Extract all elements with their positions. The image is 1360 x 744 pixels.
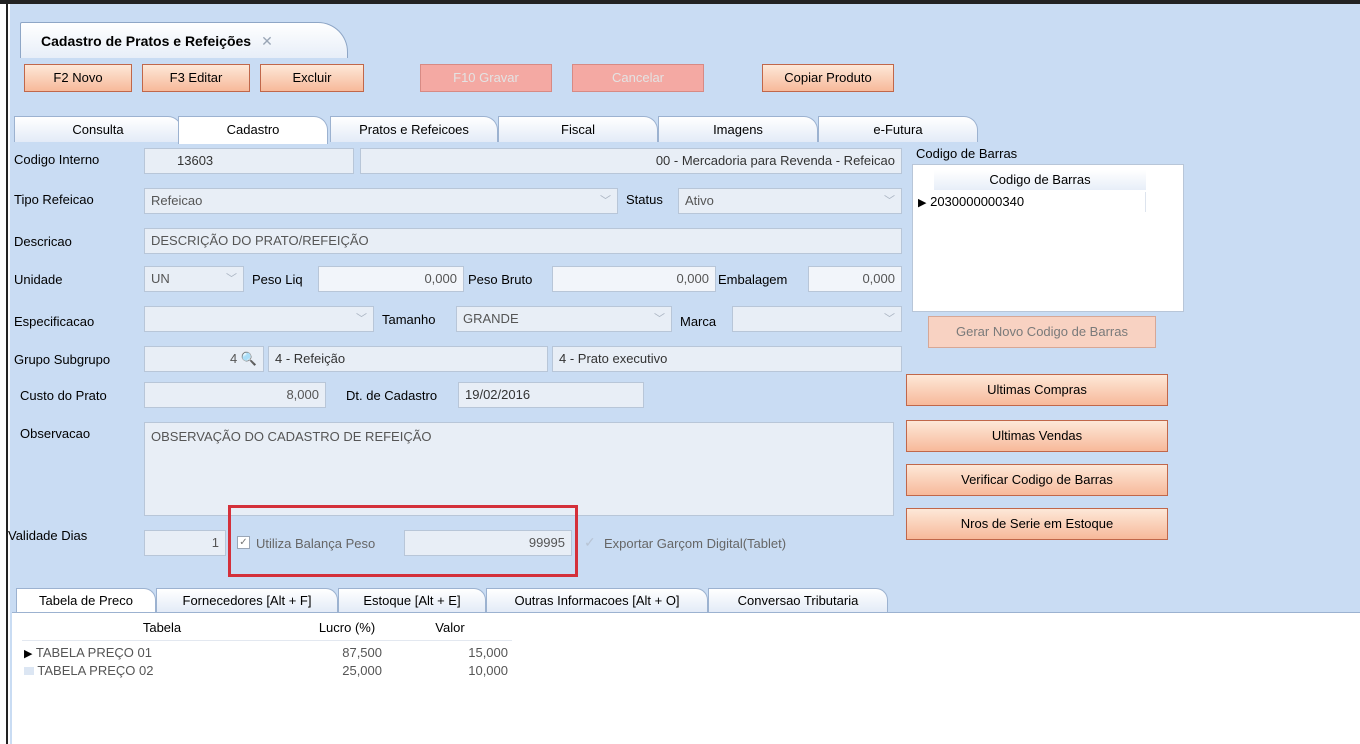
highlight-box	[228, 505, 578, 577]
cancel-button[interactable]: Cancelar	[572, 64, 704, 92]
document-tab-title: Cadastro de Pratos e Refeições	[41, 33, 252, 49]
unidade-select[interactable]: UN ﹀	[144, 266, 244, 292]
table-cell-lucro: 87,500	[342, 645, 382, 660]
delete-button[interactable]: Excluir	[260, 64, 364, 92]
codigo-interno-label: Codigo Interno	[14, 152, 100, 167]
table-cell-valor: 15,000	[468, 645, 508, 660]
tab-estoque[interactable]: Estoque [Alt + E]	[338, 588, 486, 612]
tipo-refeicao-select[interactable]: Refeicao ﹀	[144, 188, 618, 214]
col-tabela[interactable]: Tabela	[22, 618, 302, 638]
observacao-label: Observacao	[20, 426, 91, 441]
tab-conversao-tributaria[interactable]: Conversao Tributaria	[708, 588, 888, 612]
close-icon[interactable]: ✕	[261, 33, 273, 49]
descricao-field[interactable]: DESCRIÇÃO DO PRATO/REFEIÇÃO	[144, 228, 902, 254]
tamanho-select[interactable]: GRANDE ﹀	[456, 306, 672, 332]
chevron-down-icon: ﹀	[600, 195, 611, 207]
categoria-field[interactable]: 00 - Mercadoria para Revenda - Refeicao	[360, 148, 902, 174]
peso-liq-label: Peso Liq	[252, 272, 303, 287]
dt-cadastro-label: Dt. de Cadastro	[346, 388, 438, 403]
tab-e-futura[interactable]: e-Futura	[818, 116, 978, 142]
table-cell-lucro: 25,000	[342, 663, 382, 678]
col-valor[interactable]: Valor	[390, 618, 510, 638]
barcode-column-header: Codigo de Barras	[934, 170, 1146, 190]
validade-label: Validade Dias	[8, 528, 88, 543]
peso-bruto-label: Peso Bruto	[468, 272, 533, 287]
table-row[interactable]: ▶ TABELA PREÇO 01	[24, 644, 152, 663]
search-icon[interactable]: 🔍	[241, 351, 257, 366]
unidade-label: Unidade	[14, 272, 63, 287]
grupo-field[interactable]: 4 - Refeição	[268, 346, 548, 372]
chevron-down-icon: ﹀	[226, 273, 237, 285]
window-top-border	[0, 0, 1360, 4]
row-pointer-icon: ▶	[918, 197, 927, 209]
peso-liq-field[interactable]: 0,000	[318, 266, 464, 292]
descricao-label: Descricao	[14, 234, 72, 249]
grupo-code-field[interactable]: 4 🔍	[144, 346, 264, 372]
subgrupo-field[interactable]: 4 - Prato executivo	[552, 346, 902, 372]
custo-field[interactable]: 8,000	[144, 382, 326, 408]
marca-label: Marca	[680, 314, 717, 329]
row-pointer-icon: ▶	[24, 648, 33, 660]
ultimas-compras-button[interactable]: Ultimas Compras	[906, 374, 1168, 406]
chevron-down-icon: ﹀	[884, 195, 895, 207]
chevron-down-icon: ﹀	[654, 313, 665, 325]
tab-consulta[interactable]: Consulta	[14, 116, 182, 142]
dt-cadastro-field[interactable]: 19/02/2016	[458, 382, 644, 408]
barcode-section-label: Codigo de Barras	[916, 146, 1018, 161]
tab-fiscal[interactable]: Fiscal	[498, 116, 658, 142]
generate-barcode-button[interactable]: Gerar Novo Codigo de Barras	[928, 316, 1156, 348]
col-lucro[interactable]: Lucro (%)	[304, 618, 390, 638]
verificar-barcode-button[interactable]: Verificar Codigo de Barras	[906, 464, 1168, 496]
status-label: Status	[626, 192, 663, 207]
codigo-interno-field[interactable]: 13603	[144, 148, 354, 174]
tab-cadastro[interactable]: Cadastro	[178, 116, 328, 144]
especificacao-select[interactable]: ﹀	[144, 306, 374, 332]
save-button[interactable]: F10 Gravar	[420, 64, 552, 92]
peso-bruto-field[interactable]: 0,000	[552, 266, 716, 292]
garcom-label: Exportar Garçom Digital(Tablet)	[604, 536, 787, 551]
grupo-subgrupo-label: Grupo Subgrupo	[14, 352, 111, 367]
chevron-down-icon: ﹀	[884, 313, 895, 325]
embalagem-label: Embalagem	[718, 272, 788, 287]
copy-product-button[interactable]: Copiar Produto	[762, 64, 894, 92]
marca-select[interactable]: ﹀	[732, 306, 902, 332]
tipo-refeicao-label: Tipo Refeicao	[14, 192, 94, 207]
barcode-row[interactable]: ▶ 2030000000340	[918, 192, 1146, 212]
nros-serie-button[interactable]: Nros de Serie em Estoque	[906, 508, 1168, 540]
tamanho-label: Tamanho	[382, 312, 436, 327]
ultimas-vendas-button[interactable]: Ultimas Vendas	[906, 420, 1168, 452]
validade-field[interactable]: 1	[144, 530, 226, 556]
document-tab[interactable]: Cadastro de Pratos e Refeições ✕	[20, 22, 348, 58]
row-selector	[24, 667, 34, 675]
table-row[interactable]: TABELA PREÇO 02	[24, 662, 153, 680]
window-left-border	[0, 0, 8, 744]
table-cell-valor: 10,000	[468, 663, 508, 678]
garcom-checkbox[interactable]: ✓	[584, 534, 596, 551]
new-button[interactable]: F2 Novo	[24, 64, 132, 92]
embalagem-field[interactable]: 0,000	[808, 266, 902, 292]
tab-tabela-preco[interactable]: Tabela de Preco	[16, 588, 156, 612]
custo-label: Custo do Prato	[20, 388, 107, 403]
tab-pratos-refeicoes[interactable]: Pratos e Refeicoes	[330, 116, 498, 142]
tab-fornecedores[interactable]: Fornecedores [Alt + F]	[156, 588, 338, 612]
tab-imagens[interactable]: Imagens	[658, 116, 818, 142]
grid-header-divider	[22, 640, 512, 641]
edit-button[interactable]: F3 Editar	[142, 64, 250, 92]
tab-outras-informacoes[interactable]: Outras Informacoes [Alt + O]	[486, 588, 708, 612]
chevron-down-icon: ﹀	[356, 313, 367, 325]
especificacao-label: Especificacao	[14, 314, 95, 329]
observacao-textarea[interactable]: OBSERVAÇÃO DO CADASTRO DE REFEIÇÃO	[144, 422, 894, 516]
status-select[interactable]: Ativo ﹀	[678, 188, 902, 214]
